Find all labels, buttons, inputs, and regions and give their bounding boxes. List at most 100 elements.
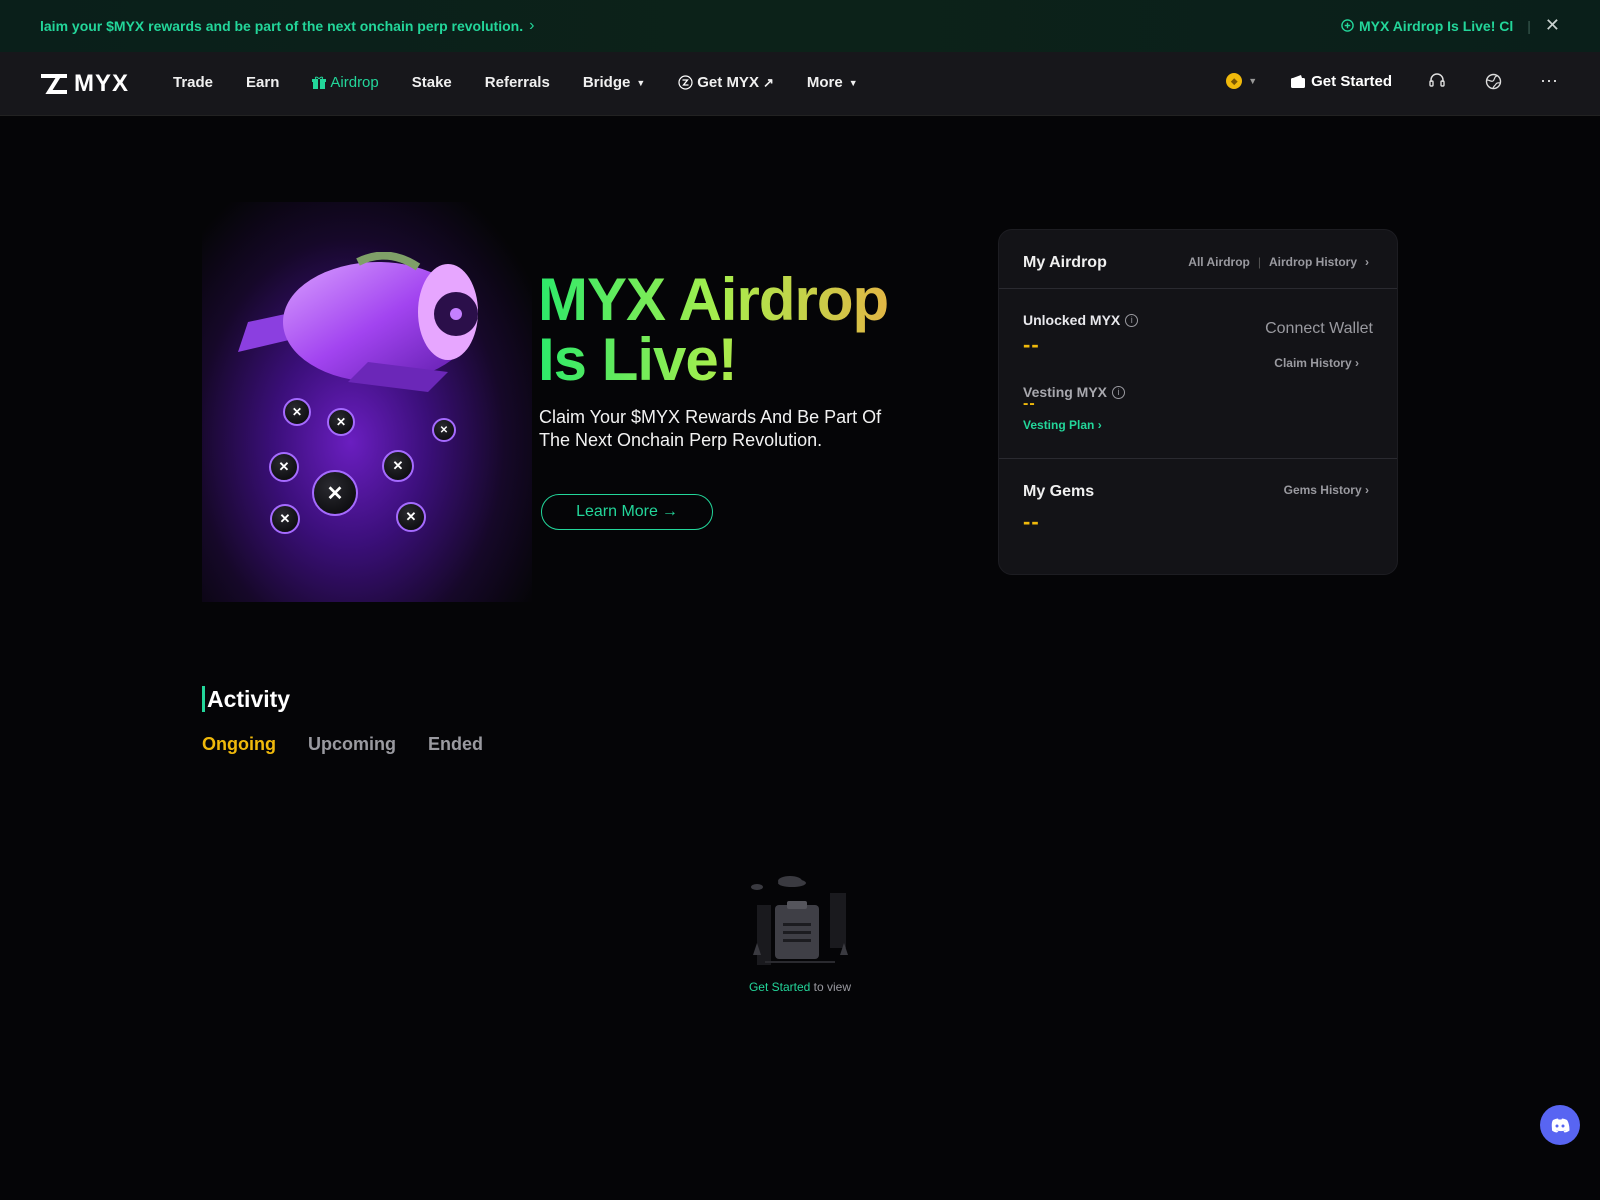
my-gems-section: My Gems Gems History › -- [999, 459, 1397, 569]
nav-earn[interactable]: Earn [246, 74, 279, 91]
divider: | [1257, 255, 1261, 269]
banner-message-text: laim your $MYX rewards and be part of th… [40, 18, 524, 34]
unlocked-myx-value: -- [1023, 332, 1040, 357]
chevron-right-icon: › [1365, 255, 1369, 269]
my-gems-value: -- [1023, 509, 1040, 534]
wallet-icon [1291, 74, 1306, 88]
logo[interactable]: MYX [40, 70, 129, 98]
myx-coin-icon: ✕ [283, 398, 311, 426]
external-link-icon: ↗ [762, 74, 774, 90]
my-airdrop-panel: My Airdrop All Airdrop | Airdrop History… [998, 229, 1398, 575]
nav-get-myx[interactable]: Get MYX ↗ [678, 74, 774, 91]
myx-coin-icon: ✕ [270, 504, 300, 534]
panel-title: My Airdrop [1023, 254, 1107, 271]
empty-state: Get Started to view [745, 875, 855, 994]
unlocked-myx-label: Unlocked MYX i [1023, 312, 1139, 328]
myx-coin-icon: ✕ [269, 452, 299, 482]
gems-history-link[interactable]: Gems History › [1284, 483, 1369, 497]
airdrop-balances: Unlocked MYX i -- Connect Wallet Claim H… [999, 289, 1397, 459]
arrow-right-icon: → [661, 503, 678, 520]
empty-clipboard-icon [751, 876, 848, 965]
claim-history-link[interactable]: Claim History › [1274, 356, 1359, 370]
get-started-button[interactable]: Get Started [1291, 73, 1392, 90]
gift-icon [312, 76, 327, 89]
myx-coin-icon: ✕ [432, 418, 456, 442]
nav-more[interactable]: More ▼ [807, 74, 858, 91]
hero-illustration: ✕ ✕ ✕ ✕ ✕ ✕ ✕ ✕ [202, 202, 532, 602]
airdrop-history-link[interactable]: Airdrop History [1269, 255, 1357, 269]
get-started-label: Get Started [1311, 72, 1392, 90]
nav-right: ◆ ▼ Get Started ⋯ [1226, 70, 1560, 92]
activity-heading: Activity [202, 686, 290, 712]
activity-tabs: Ongoing Upcoming Ended [202, 734, 483, 755]
tab-ongoing[interactable]: Ongoing [202, 734, 276, 755]
tab-ended[interactable]: Ended [428, 734, 483, 755]
empty-state-suffix: to view [810, 980, 852, 994]
caret-down-icon: ▼ [848, 77, 858, 88]
nav-airdrop[interactable]: Airdrop [312, 74, 379, 91]
all-airdrop-link[interactable]: All Airdrop [1188, 255, 1250, 269]
announcement-banner: laim your $MYX rewards and be part of th… [0, 0, 1600, 52]
banner-separator: | [1527, 17, 1531, 34]
myx-logo-icon [41, 74, 67, 94]
vesting-myx-value: -- [1023, 395, 1036, 412]
caret-down-icon: ▼ [1248, 76, 1258, 86]
banner-message-link[interactable]: laim your $MYX rewards and be part of th… [40, 17, 534, 35]
airplane-illustration [238, 252, 478, 392]
nav-airdrop-label: Airdrop [330, 74, 379, 91]
nav-bridge-label: Bridge [582, 74, 631, 91]
close-icon[interactable]: ✕ [1545, 15, 1560, 36]
gems-history-label: Gems History [1283, 483, 1362, 497]
chevron-right-icon: › [529, 17, 535, 34]
banner-live-text: MYX Airdrop Is Live! Cl [1358, 17, 1514, 34]
my-gems-title: My Gems [1023, 483, 1095, 500]
panel-header: My Airdrop All Airdrop | Airdrop History… [999, 230, 1397, 289]
more-options-icon[interactable]: ⋯ [1538, 70, 1560, 92]
info-icon[interactable]: i [1125, 313, 1139, 327]
chevron-right-icon: › [1365, 483, 1369, 497]
nav-stake[interactable]: Stake [412, 74, 452, 91]
tab-upcoming[interactable]: Upcoming [308, 734, 396, 755]
get-started-link[interactable]: Get Started [749, 980, 810, 994]
myx-coin-icon: ✕ [312, 470, 358, 516]
bnb-chain-icon: ◆ [1226, 73, 1243, 89]
banner-right: MYX Airdrop Is Live! Cl | ✕ [1341, 15, 1560, 36]
hero-title: MYX Airdrop Is Live! [538, 270, 938, 390]
caret-down-icon: ▼ [636, 77, 646, 88]
empty-state-text: Get Started to view [745, 980, 855, 994]
hero-title-line2: Is Live! [538, 326, 737, 393]
myx-coin-icon: ✕ [382, 450, 414, 482]
vesting-myx-label: Vesting MYX i [1023, 384, 1126, 400]
hero-subtitle: Claim Your $MYX Rewards And Be Part Of T… [539, 407, 882, 450]
vesting-plan-link[interactable]: Vesting Plan › [1023, 418, 1102, 432]
top-navbar: MYX Trade Earn Airdrop Stake Referrals B… [0, 52, 1600, 116]
info-icon[interactable]: i [1112, 385, 1126, 399]
nav-more-label: More [806, 74, 843, 91]
myx-coin-icon: ✕ [327, 408, 355, 436]
unlocked-myx-text: Unlocked MYX [1023, 312, 1121, 328]
learn-more-label: Learn More [576, 503, 658, 520]
discord-icon [1551, 1118, 1570, 1132]
nav-referrals[interactable]: Referrals [485, 74, 550, 91]
gift-icon [1341, 19, 1354, 32]
vesting-plan-label: Vesting Plan [1023, 418, 1095, 432]
hero-title-line1: MYX Airdrop [538, 266, 889, 333]
nav-trade[interactable]: Trade [173, 74, 213, 91]
chevron-right-icon: › [1355, 356, 1359, 370]
discord-button[interactable] [1540, 1105, 1580, 1145]
nav-links: Trade Earn Airdrop Stake Referrals Bridg… [173, 74, 858, 91]
nav-bridge[interactable]: Bridge ▼ [583, 74, 645, 91]
panel-links: All Airdrop | Airdrop History › [1188, 255, 1369, 269]
claim-history-label: Claim History [1274, 356, 1352, 370]
nav-get-myx-label: Get MYX [697, 74, 759, 91]
chain-selector[interactable]: ◆ ▼ [1226, 73, 1257, 89]
language-icon[interactable] [1482, 70, 1504, 92]
banner-live-link[interactable]: MYX Airdrop Is Live! Cl [1341, 18, 1513, 34]
support-icon[interactable] [1426, 70, 1448, 92]
connect-wallet-button[interactable]: Connect Wallet [1265, 320, 1373, 338]
logo-text: MYX [74, 70, 130, 97]
chevron-right-icon: › [1097, 418, 1102, 432]
learn-more-button[interactable]: Learn More → [541, 494, 713, 530]
myx-token-icon [678, 75, 693, 90]
myx-coin-icon: ✕ [396, 502, 426, 532]
